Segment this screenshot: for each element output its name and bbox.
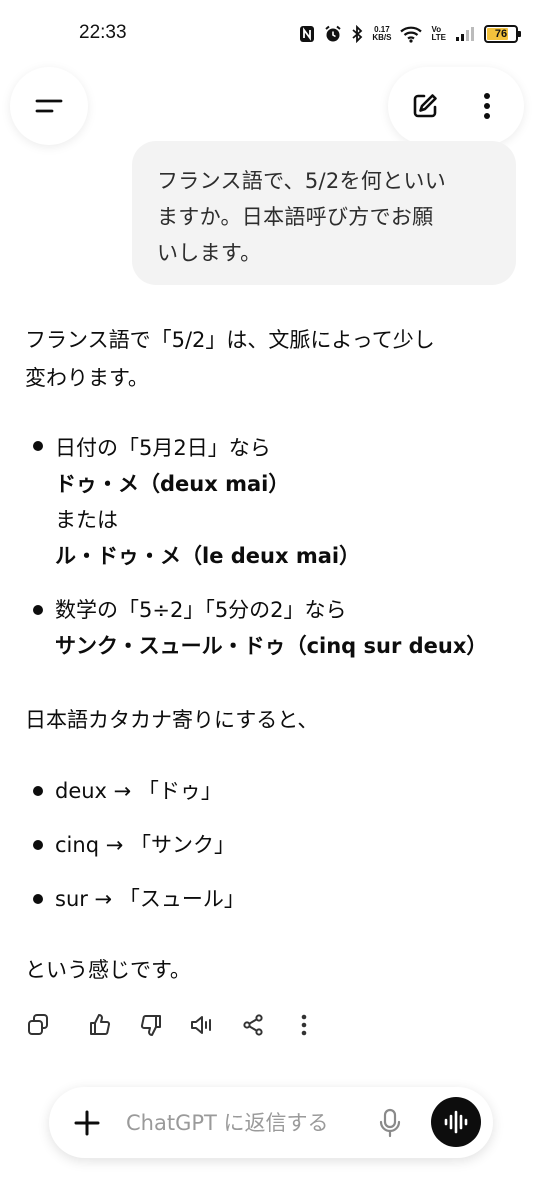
- thumbs-down-icon: [140, 1015, 161, 1036]
- battery-cap: [518, 31, 521, 37]
- battery-level: 76: [494, 28, 508, 40]
- voice-mode-icon: [444, 1110, 468, 1134]
- bullet-dot: [33, 441, 43, 451]
- status-bar: 22:33 0.17 KB/S Vo LTE 76: [0, 0, 540, 66]
- user-message-line: いします。: [157, 241, 262, 265]
- status-icons: 0.17 KB/S Vo LTE 76: [299, 20, 521, 48]
- bullet1-line3: または: [55, 508, 118, 532]
- share-button[interactable]: [227, 1008, 278, 1042]
- wifi-icon: [400, 25, 423, 43]
- battery-icon: 76: [484, 25, 521, 43]
- more-vertical-icon: [301, 1014, 306, 1036]
- thumbs-up-icon: [89, 1014, 110, 1035]
- attach-button[interactable]: [69, 1105, 105, 1141]
- user-message-line: ますか。日本語呼び方でお願: [157, 205, 434, 229]
- new-chat-button[interactable]: [400, 81, 450, 131]
- net-speed-unit: KB/S: [372, 33, 392, 42]
- copy-icon: [28, 1014, 48, 1035]
- closing-line: という感じです。: [25, 958, 191, 982]
- net-speed: 0.17 KB/S: [372, 26, 391, 42]
- intro-line: フランス語で「5/2」は、文脈によって少し: [25, 328, 435, 352]
- bullet-dot: [33, 894, 43, 904]
- bullet-dot: [33, 786, 43, 796]
- bullet-dot: [33, 840, 43, 850]
- thumbs-down-button[interactable]: [125, 1008, 176, 1042]
- alarm-icon: [324, 25, 342, 43]
- more-vertical-icon: [484, 93, 490, 119]
- dictate-button[interactable]: [373, 1105, 407, 1141]
- message-input[interactable]: ChatGPT に返信する: [126, 1107, 329, 1139]
- volte-bottom: LTE: [431, 33, 446, 42]
- list-item: sur → 「スュール」: [55, 887, 245, 911]
- user-message-line: フランス語で、5/2を何といい: [157, 169, 447, 193]
- plus-icon: [74, 1110, 100, 1136]
- edit-icon: [413, 94, 437, 118]
- read-aloud-button[interactable]: [176, 1008, 227, 1042]
- more-options-button[interactable]: [462, 81, 512, 131]
- user-message-bubble: フランス語で、5/2を何といい ますか。日本語呼び方でお願 いします。: [132, 141, 516, 285]
- list-item: deux → 「ドゥ」: [55, 779, 222, 803]
- mic-icon: [379, 1108, 401, 1138]
- nfc-icon: [299, 25, 315, 43]
- bullet1-line4: ル・ドゥ・メ（le deux mai）: [55, 544, 361, 568]
- header-actions: [388, 67, 524, 145]
- status-time: 22:33: [79, 22, 127, 43]
- chat-screen: 22:33 0.17 KB/S Vo LTE 76 フランス語で、5/2を何とい…: [0, 0, 540, 1199]
- signal-icon: [455, 26, 475, 42]
- message-actions: [24, 1008, 329, 1042]
- bullet1-line2: ドゥ・メ（deux mai）: [55, 472, 290, 496]
- menu-button[interactable]: [10, 67, 88, 145]
- katakana-intro: 日本語カタカナ寄りにすると、: [25, 708, 319, 732]
- bluetooth-icon: [351, 25, 363, 43]
- share-icon: [242, 1014, 263, 1036]
- bullet2-line1: 数学の「5÷2」「5分の2」なら: [55, 598, 347, 622]
- bullet2-line2: サンク・スュール・ドゥ（cinq sur deux）: [55, 634, 488, 658]
- voice-mode-button[interactable]: [431, 1097, 481, 1147]
- bullet1-line1: 日付の「5月2日」なら: [55, 436, 271, 460]
- thumbs-up-button[interactable]: [74, 1008, 125, 1042]
- intro-line: 変わります。: [25, 366, 149, 390]
- message-more-button[interactable]: [278, 1008, 329, 1042]
- speaker-icon: [190, 1016, 211, 1034]
- menu-icon: [35, 99, 63, 113]
- volte-indicator: Vo LTE: [431, 26, 446, 42]
- composer: ChatGPT に返信する: [49, 1087, 493, 1158]
- bullet-dot: [33, 605, 43, 615]
- copy-button[interactable]: [24, 1008, 52, 1042]
- list-item: cinq → 「サンク」: [55, 833, 235, 857]
